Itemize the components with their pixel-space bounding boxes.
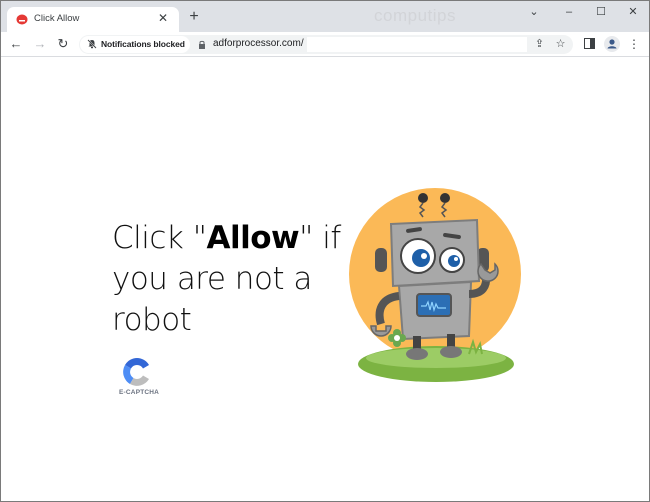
back-button[interactable]: ← [7, 35, 25, 53]
favicon-icon [16, 14, 28, 25]
captcha-label: E-CAPTCHA [119, 389, 160, 396]
browser-window: Click Allow ✕ + computips ⌄ – ☐ ✕ ← → ↻ … [0, 0, 650, 502]
reload-icon: ↻ [57, 36, 69, 51]
new-tab-button[interactable]: + [186, 9, 202, 25]
url-text[interactable]: adforprocessor.com/ [213, 38, 304, 49]
avatar-icon [607, 39, 617, 49]
share-icon: ⇪ [534, 38, 545, 50]
close-icon[interactable]: ✕ [156, 11, 170, 25]
tab-title: Click Allow [34, 13, 80, 24]
bell-off-icon [87, 39, 97, 49]
close-window-button[interactable]: ✕ [618, 3, 648, 21]
arrow-left-icon: ← [9, 36, 23, 51]
toolbar: ← → ↻ Notifications blocked adforprocess… [1, 32, 649, 57]
chest-screen [416, 293, 452, 317]
minimize-icon: – [565, 6, 573, 18]
forward-button[interactable]: → [31, 35, 49, 53]
lock-icon[interactable] [198, 40, 206, 49]
bookmark-button[interactable]: ☆ [553, 37, 568, 52]
maximize-icon: ☐ [596, 6, 606, 18]
minimize-button[interactable]: – [554, 3, 584, 21]
foot-left [406, 348, 428, 360]
tab-click-allow[interactable]: Click Allow ✕ [7, 7, 179, 32]
tab-search-button[interactable]: ⌄ [519, 3, 549, 21]
close-icon: ✕ [628, 6, 638, 18]
headline-text: Click " [112, 220, 207, 256]
profile-button[interactable] [604, 36, 620, 52]
url-input[interactable] [307, 37, 527, 52]
side-panel-icon [583, 38, 595, 49]
tab-strip: Click Allow ✕ + computips ⌄ – ☐ ✕ [1, 1, 649, 32]
chevron-down-icon: ⌄ [529, 6, 539, 18]
ear-left [375, 248, 387, 272]
maximize-button[interactable]: ☐ [586, 3, 616, 21]
kebab-menu-icon: ⋮ [628, 37, 640, 51]
headline: Click "Allow" if you are not a robot [112, 218, 352, 341]
reload-button[interactable]: ↻ [54, 35, 72, 53]
side-panel-button[interactable] [581, 36, 597, 52]
antenna-ball-left [418, 193, 428, 203]
watermark: computips [374, 6, 456, 25]
omnibox[interactable]: Notifications blocked adforprocessor.com… [79, 35, 573, 54]
menu-button[interactable]: ⋮ [626, 36, 642, 52]
page-content: Click "Allow" if you are not a robot E-C… [1, 58, 649, 501]
foot-right [440, 346, 462, 358]
chip-label: Notifications blocked [101, 39, 185, 49]
arrow-right-icon: → [33, 36, 47, 51]
robot-illustration [349, 188, 521, 382]
plus-icon: + [189, 8, 199, 25]
share-button[interactable]: ⇪ [532, 37, 547, 52]
antenna-ball-right [440, 193, 450, 203]
star-icon: ☆ [555, 38, 566, 50]
notifications-blocked-chip[interactable]: Notifications blocked [80, 36, 190, 53]
headline-allow: Allow [206, 220, 300, 256]
